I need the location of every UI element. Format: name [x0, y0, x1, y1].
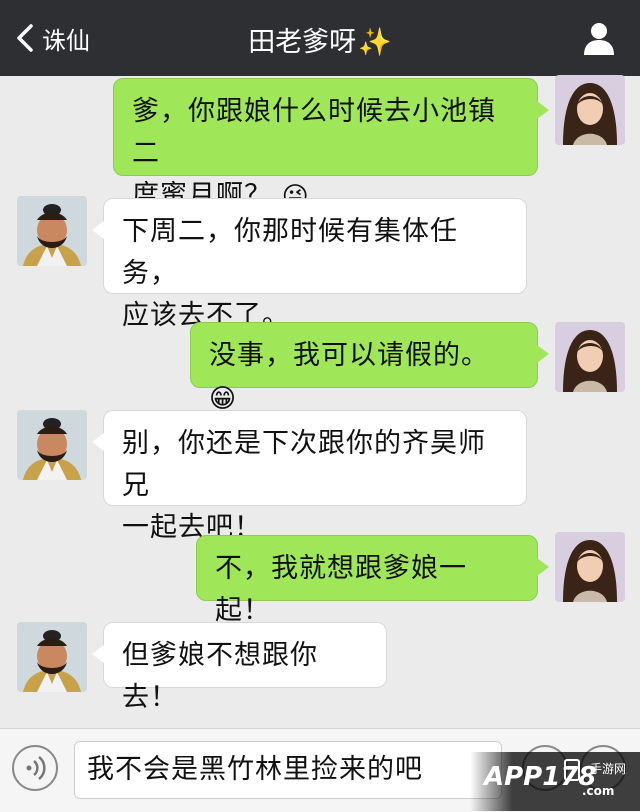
- voice-button[interactable]: [12, 745, 58, 791]
- female-avatar-icon: [555, 322, 625, 392]
- message-text-line: 爹，你跟娘什么时候去小池镇二: [132, 96, 496, 169]
- message-bubble-incoming[interactable]: 下周二，你那时候有集体任务， 应该去不了。: [92, 198, 527, 331]
- message-bubble-incoming[interactable]: 但爹娘不想跟你去！: [92, 622, 387, 713]
- avatar-contact[interactable]: [17, 196, 87, 266]
- chat-header: 诛仙 田老爹呀✨: [0, 0, 640, 76]
- female-avatar-icon: [555, 75, 625, 145]
- voice-icon: [26, 756, 46, 780]
- chat-title: 田老爹呀: [248, 27, 357, 58]
- watermark-subtitle: 手游网: [590, 762, 627, 776]
- message-text-line: 没事，我可以请假的。: [209, 340, 489, 371]
- female-avatar-icon: [555, 532, 625, 602]
- message-bubble-outgoing[interactable]: 不，我就想跟爹娘一起！: [196, 535, 549, 626]
- message-bubble-incoming[interactable]: 别，你还是下次跟你的齐昊师兄 一起去吧！: [92, 410, 527, 543]
- avatar-self[interactable]: [555, 322, 625, 392]
- male-avatar-icon: [17, 196, 87, 266]
- chat-title-area: 田老爹呀✨: [0, 20, 640, 59]
- message-text-line: 下周二，你那时候有集体任务，: [122, 216, 458, 289]
- male-avatar-icon: [17, 622, 87, 692]
- avatar-self[interactable]: [555, 75, 625, 145]
- avatar-contact[interactable]: [17, 622, 87, 692]
- sparkle-icon: ✨: [358, 27, 392, 58]
- avatar-self[interactable]: [555, 532, 625, 602]
- watermark-text: APP178: [484, 762, 597, 792]
- avatar-contact[interactable]: [17, 410, 87, 480]
- message-text-line: 但爹娘不想跟你去！: [122, 640, 318, 713]
- message-bubble-outgoing[interactable]: 爹，你跟娘什么时候去小池镇二 度蜜月啊？ 😜: [113, 78, 549, 212]
- message-text-line: 别，你还是下次跟你的齐昊师兄: [122, 428, 486, 501]
- message-input[interactable]: 我不会是黑竹林里捡来的吧: [74, 741, 502, 799]
- message-text-line: 不，我就想跟爹娘一起！: [215, 553, 467, 626]
- profile-icon[interactable]: [582, 20, 616, 56]
- message-bubble-outgoing[interactable]: 没事，我可以请假的。 😁: [190, 322, 549, 414]
- watermark-logo: APP178 手游网 .com: [470, 752, 640, 811]
- male-avatar-icon: [17, 410, 87, 480]
- watermark-domain: .com: [582, 784, 615, 798]
